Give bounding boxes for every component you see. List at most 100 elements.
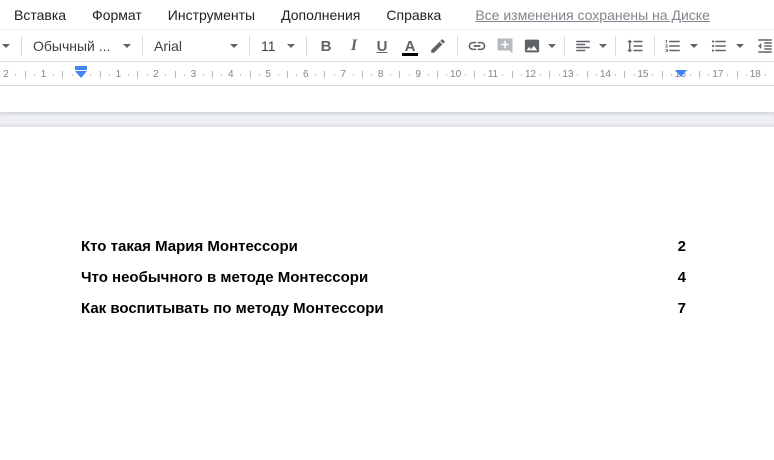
ruler-number: 14 — [599, 69, 611, 80]
ruler-tick — [670, 74, 672, 76]
numbered-list-icon — [665, 40, 680, 52]
toc-entry-page: 4 — [677, 269, 686, 286]
ruler-tick — [371, 74, 373, 76]
toolbar-separator — [249, 36, 250, 56]
ruler-tick — [287, 71, 289, 78]
ruler-number: 7 — [340, 69, 346, 80]
ruler-tick — [614, 74, 616, 76]
ruler-number: 2 — [153, 69, 159, 80]
menu-tools[interactable]: Инструменты — [155, 0, 268, 30]
ruler-number: 13 — [562, 69, 574, 80]
ruler-tick — [277, 74, 279, 76]
toc-entry-title: Кто такая Мария Монтессори — [81, 238, 298, 255]
menu-insert[interactable]: Вставка — [0, 0, 79, 30]
toc-row[interactable]: Кто такая Мария Монтессори 2 — [81, 231, 686, 262]
ruler-tick — [15, 74, 17, 76]
ruler-tick — [221, 74, 223, 76]
ruler-tick — [352, 74, 354, 76]
ruler-tick — [127, 74, 129, 76]
bulleted-list-dropdown[interactable] — [732, 34, 748, 58]
left-indent-marker[interactable] — [75, 66, 87, 78]
toolbar-separator — [142, 36, 143, 56]
insert-image-button[interactable] — [519, 34, 545, 58]
toolbar-separator — [654, 36, 655, 56]
add-comment-button[interactable] — [491, 34, 519, 58]
ruler-tick — [446, 74, 448, 76]
bold-button[interactable]: B — [312, 34, 340, 58]
line-spacing-button[interactable] — [621, 34, 649, 58]
ruler-tick — [71, 74, 73, 76]
first-line-indent-marker[interactable] — [75, 66, 87, 70]
ruler-tick — [633, 74, 635, 76]
toolbar-separator — [457, 36, 458, 56]
align-left-icon — [576, 40, 590, 52]
toolbar-separator — [306, 36, 307, 56]
insert-image-dropdown[interactable] — [545, 34, 559, 58]
ruler-number: 15 — [637, 69, 649, 80]
document-canvas[interactable]: Кто такая Мария Монтессори 2 Что необычн… — [0, 87, 774, 460]
right-indent-marker[interactable] — [675, 70, 687, 77]
highlight-pen-icon — [431, 39, 445, 53]
ruler-tick — [596, 74, 598, 76]
ruler-tick — [539, 74, 541, 76]
toc-entry-title: Как воспитывать по методу Монтессори — [81, 300, 384, 317]
ruler-tick — [661, 71, 663, 78]
menu-bar: Вставка Формат Инструменты Дополнения Сп… — [0, 0, 774, 30]
ruler-tick — [474, 71, 476, 78]
ruler-number: 12 — [524, 69, 537, 80]
ruler-tick — [184, 74, 185, 76]
numbered-list-button[interactable] — [660, 34, 686, 58]
menu-format[interactable]: Формат — [79, 0, 155, 30]
horizontal-ruler[interactable]: 2 1 1 2 3 4 5 6 7 8 9 10 11 12 13 14 15 16 17 18 — [0, 63, 774, 86]
ruler-tick — [483, 74, 485, 76]
insert-link-button[interactable] — [463, 34, 491, 58]
chevron-down-icon — [599, 44, 607, 48]
chevron-down-icon — [2, 44, 10, 48]
paragraph-style-value: Обычный ... — [33, 38, 111, 54]
ruler-tick — [764, 74, 766, 76]
ruler-tick — [399, 71, 401, 78]
ruler-tick — [586, 71, 588, 78]
bulleted-list-button[interactable] — [706, 34, 732, 58]
font-size-dropdown[interactable]: 11 — [255, 34, 301, 58]
align-dropdown[interactable] — [596, 34, 610, 58]
image-icon — [524, 39, 540, 53]
saved-status-link[interactable]: Все изменения сохранены на Диске — [475, 7, 710, 23]
indent-decrease-icon — [758, 39, 772, 53]
ruler-tick — [624, 71, 626, 78]
ruler-tick — [652, 74, 654, 76]
zoom-dropdown-arrow[interactable] — [0, 34, 16, 58]
menu-help[interactable]: Справка — [373, 0, 454, 30]
ruler-number: 5 — [265, 69, 272, 80]
bulleted-list-icon — [711, 40, 726, 52]
text-color-button[interactable]: A — [396, 34, 424, 58]
ruler-tick — [165, 74, 167, 76]
ruler-number: 6 — [302, 69, 309, 80]
toc-row[interactable]: Что необычного в методе Монтессори 4 — [81, 262, 686, 293]
ruler-number: 17 — [712, 69, 724, 80]
toolbar-separator — [21, 36, 22, 56]
ruler-tick — [361, 71, 363, 78]
underline-button[interactable]: U — [368, 34, 396, 58]
toc-entry-title: Что необычного в методе Монтессори — [81, 269, 369, 286]
ruler-tick — [427, 74, 429, 76]
ruler-tick — [174, 71, 176, 78]
ruler-tick — [202, 74, 204, 76]
indent-decrease-button[interactable] — [752, 34, 774, 58]
numbered-list-dropdown[interactable] — [686, 34, 702, 58]
ruler-tick — [296, 74, 298, 76]
menu-addons[interactable]: Дополнения — [268, 0, 373, 30]
ruler-tick — [24, 71, 26, 78]
align-button[interactable] — [570, 34, 596, 58]
chevron-down-icon — [287, 44, 295, 48]
highlight-color-button[interactable] — [424, 34, 452, 58]
ruler-tick — [212, 71, 214, 78]
italic-button[interactable]: I — [340, 34, 368, 58]
paragraph-style-dropdown[interactable]: Обычный ... — [27, 34, 137, 58]
line-spacing-icon — [627, 39, 643, 53]
font-family-dropdown[interactable]: Arial — [148, 34, 244, 58]
font-size-value: 11 — [261, 38, 276, 54]
toc-row[interactable]: Как воспитывать по методу Монтессори 7 — [81, 293, 686, 324]
ruler-number: 1 — [115, 69, 122, 80]
link-icon — [468, 41, 486, 51]
